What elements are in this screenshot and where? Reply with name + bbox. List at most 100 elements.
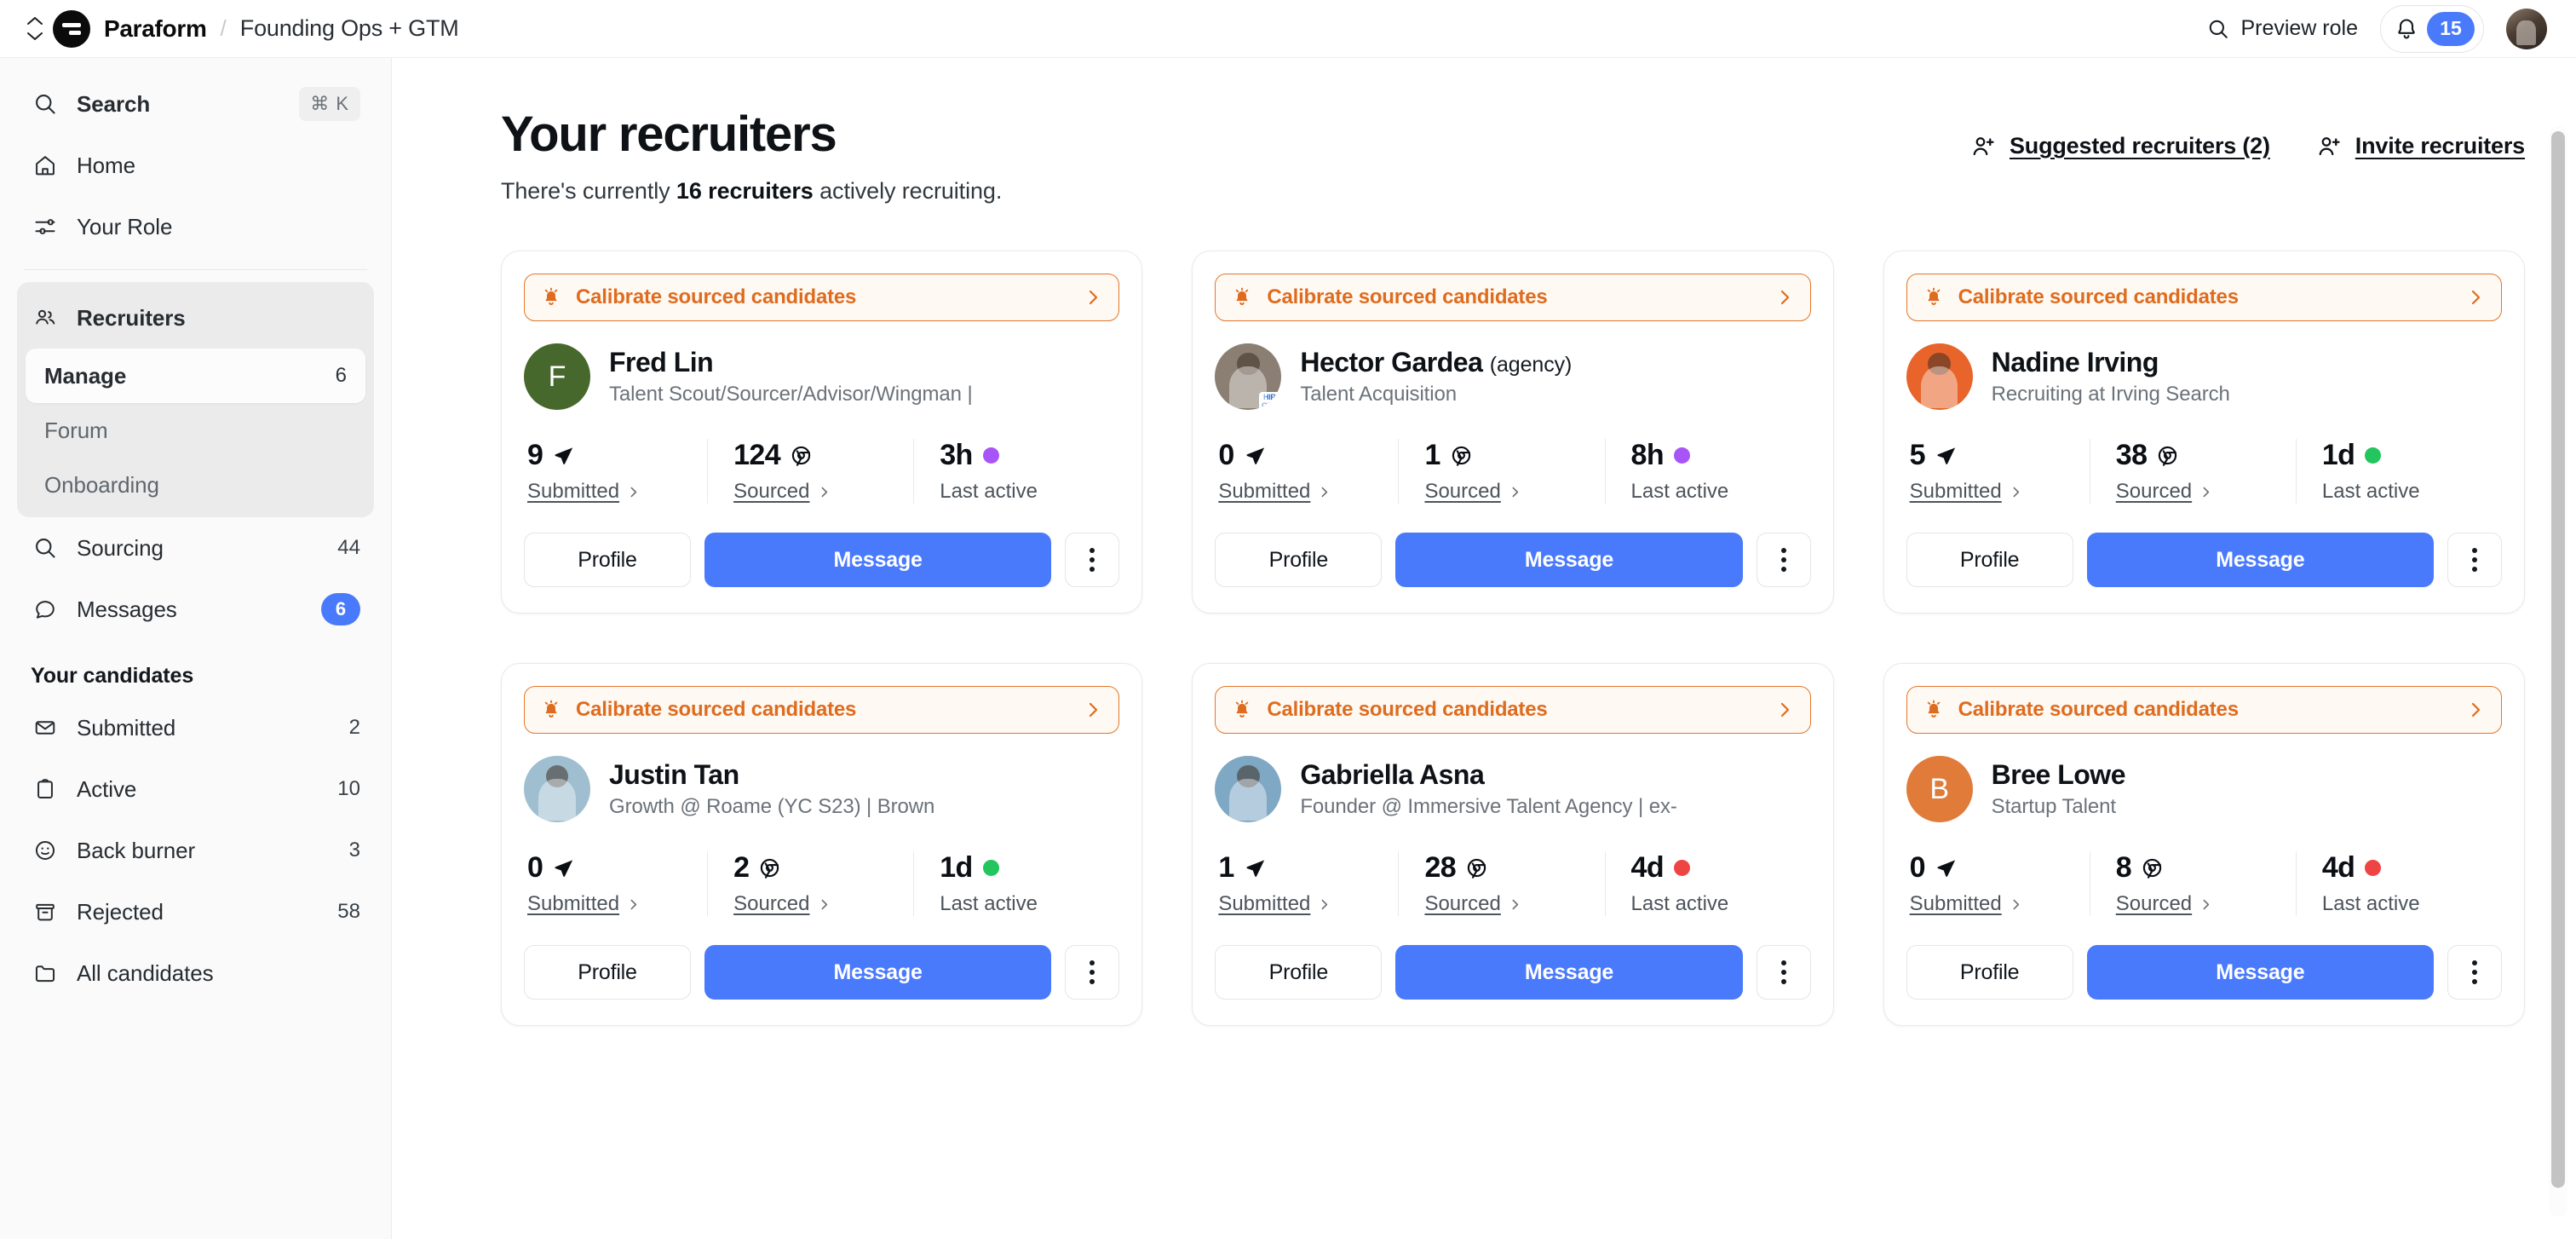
recruiter-avatar[interactable]: HIREGEEK — [1215, 343, 1281, 410]
more-options-button[interactable] — [2447, 533, 2502, 587]
recruiter-metrics: 5Submitted38Sourced1dLast active — [1906, 439, 2502, 504]
more-options-button[interactable] — [1065, 945, 1119, 1000]
recruiter-name[interactable]: Nadine Irving — [1992, 347, 2502, 378]
message-button[interactable]: Message — [1395, 945, 1742, 1000]
sidebar-item-onboarding[interactable]: Onboarding — [26, 458, 365, 512]
calibrate-sourced-candidates-button[interactable]: Calibrate sourced candidates — [524, 686, 1119, 734]
metric-label-row[interactable]: Submitted — [1218, 480, 1398, 504]
recruiter-avatar[interactable]: F — [524, 343, 590, 410]
more-options-button[interactable] — [1757, 945, 1811, 1000]
brand-name[interactable]: Paraform — [104, 15, 207, 43]
chevron-right-icon — [626, 897, 641, 912]
suggested-recruiters-link[interactable]: Suggested recruiters (2) — [1970, 133, 2270, 159]
more-options-button[interactable] — [1065, 533, 1119, 587]
sidebar-item-all-candidates[interactable]: All candidates — [17, 942, 374, 1004]
message-button[interactable]: Message — [2087, 533, 2434, 587]
metric-label-row[interactable]: Sourced — [1424, 480, 1604, 504]
more-options-button[interactable] — [1757, 533, 1811, 587]
profile-button[interactable]: Profile — [1215, 533, 1382, 587]
sidebar-item-sourcing[interactable]: Sourcing 44 — [17, 517, 374, 579]
sourced-label[interactable]: Sourced — [733, 892, 809, 916]
sourced-label[interactable]: Sourced — [2116, 892, 2192, 916]
recruiter-avatar[interactable] — [1215, 756, 1281, 822]
metric-label-row[interactable]: Sourced — [733, 892, 913, 916]
home-icon — [31, 153, 60, 177]
sidebar-item-forum[interactable]: Forum — [26, 403, 365, 458]
calibrate-sourced-candidates-button[interactable]: Calibrate sourced candidates — [1215, 686, 1810, 734]
sidebar-item-submitted[interactable]: Submitted 2 — [17, 697, 374, 758]
paraform-logo-icon[interactable] — [53, 10, 90, 48]
recruiter-avatar[interactable] — [524, 756, 590, 822]
recruiter-name[interactable]: Gabriella Asna — [1300, 759, 1810, 791]
message-button[interactable]: Message — [2087, 945, 2434, 1000]
metric-label-row[interactable]: Sourced — [2116, 480, 2296, 504]
last-active-value: 4d — [1631, 851, 1664, 885]
sourced-label[interactable]: Sourced — [1424, 892, 1500, 916]
profile-button[interactable]: Profile — [1906, 533, 2073, 587]
recruiter-name[interactable]: Bree Lowe — [1992, 759, 2502, 791]
metric-label-row[interactable]: Sourced — [2116, 892, 2296, 916]
message-button[interactable]: Message — [704, 945, 1051, 1000]
recruiter-avatar[interactable]: B — [1906, 756, 1973, 822]
recruiter-avatar[interactable] — [1906, 343, 1973, 410]
recruiter-identity: FFred LinTalent Scout/Sourcer/Advisor/Wi… — [524, 343, 1119, 410]
metric-label-row[interactable]: Sourced — [733, 480, 913, 504]
calibrate-sourced-candidates-button[interactable]: Calibrate sourced candidates — [1906, 274, 2502, 321]
alert-bell-icon — [540, 286, 562, 308]
sourced-label[interactable]: Sourced — [2116, 480, 2192, 504]
user-avatar[interactable] — [2506, 9, 2547, 49]
sidebar-item-recruiters[interactable]: Recruiters — [17, 287, 374, 349]
sidebar-item-search[interactable]: Search ⌘ K — [17, 73, 374, 135]
metric-label-row[interactable]: Submitted — [1910, 892, 2090, 916]
metric-label-row[interactable]: Submitted — [527, 892, 707, 916]
sidebar-item-back-burner[interactable]: Back burner 3 — [17, 820, 374, 881]
notifications-button[interactable]: 15 — [2380, 5, 2484, 53]
metric-label-row[interactable]: Sourced — [1424, 892, 1604, 916]
profile-button[interactable]: Profile — [1215, 945, 1382, 1000]
message-button[interactable]: Message — [1395, 533, 1742, 587]
sourced-label[interactable]: Sourced — [733, 480, 809, 504]
breadcrumb-current-page[interactable]: Founding Ops + GTM — [240, 15, 459, 42]
calibrate-sourced-candidates-button[interactable]: Calibrate sourced candidates — [524, 274, 1119, 321]
sourced-label[interactable]: Sourced — [1424, 480, 1500, 504]
profile-button[interactable]: Profile — [524, 533, 691, 587]
sidebar-item-messages[interactable]: Messages 6 — [17, 579, 374, 640]
paper-plane-icon — [1935, 445, 1958, 467]
sidebar-item-active[interactable]: Active 10 — [17, 758, 374, 820]
more-options-button[interactable] — [2447, 945, 2502, 1000]
workspace-switcher-icon[interactable] — [24, 12, 46, 46]
recruiter-name[interactable]: Justin Tan — [609, 759, 1119, 791]
last-active-value: 1d — [940, 851, 972, 885]
sidebar-item-rejected[interactable]: Rejected 58 — [17, 881, 374, 942]
sidebar-item-manage[interactable]: Manage 6 — [26, 349, 365, 403]
submitted-label[interactable]: Submitted — [1910, 892, 2002, 916]
recruiter-metrics: 1Submitted28Sourced4dLast active — [1215, 851, 1810, 916]
profile-button[interactable]: Profile — [524, 945, 691, 1000]
profile-button[interactable]: Profile — [1906, 945, 2073, 1000]
page-header: Your recruiters There's currently 16 rec… — [501, 106, 2525, 205]
submitted-label[interactable]: Submitted — [1218, 892, 1310, 916]
suggested-recruiters-label: Suggested recruiters (2) — [2010, 133, 2270, 159]
calibrate-sourced-candidates-button[interactable]: Calibrate sourced candidates — [1215, 274, 1810, 321]
invite-recruiters-link[interactable]: Invite recruiters — [2316, 133, 2525, 159]
calibrate-sourced-candidates-button[interactable]: Calibrate sourced candidates — [1906, 686, 2502, 734]
submitted-label[interactable]: Submitted — [527, 892, 619, 916]
recruiter-name[interactable]: Fred Lin — [609, 347, 1119, 378]
sidebar-item-home[interactable]: Home — [17, 135, 374, 196]
page-subtitle: There's currently 16 recruiters actively… — [501, 178, 1002, 205]
metric-label-row[interactable]: Submitted — [527, 480, 707, 504]
metric-label-row[interactable]: Submitted — [1218, 892, 1398, 916]
submitted-label[interactable]: Submitted — [1218, 480, 1310, 504]
sidebar-item-your-role[interactable]: Your Role — [17, 196, 374, 257]
submitted-label[interactable]: Submitted — [527, 480, 619, 504]
submitted-label[interactable]: Submitted — [1910, 480, 2002, 504]
message-button[interactable]: Message — [704, 533, 1051, 587]
preview-role-button[interactable]: Preview role — [2207, 16, 2358, 41]
sidebar-item-label: Messages — [77, 596, 177, 623]
page-scrollbar-thumb[interactable] — [2551, 131, 2565, 1188]
paper-plane-icon — [553, 857, 575, 879]
page-scrollbar[interactable] — [2549, 126, 2567, 1217]
recruiter-metrics: 9Submitted124Sourced3hLast active — [524, 439, 1119, 504]
recruiter-name[interactable]: Hector Gardea (agency) — [1300, 347, 1810, 378]
metric-label-row[interactable]: Submitted — [1910, 480, 2090, 504]
